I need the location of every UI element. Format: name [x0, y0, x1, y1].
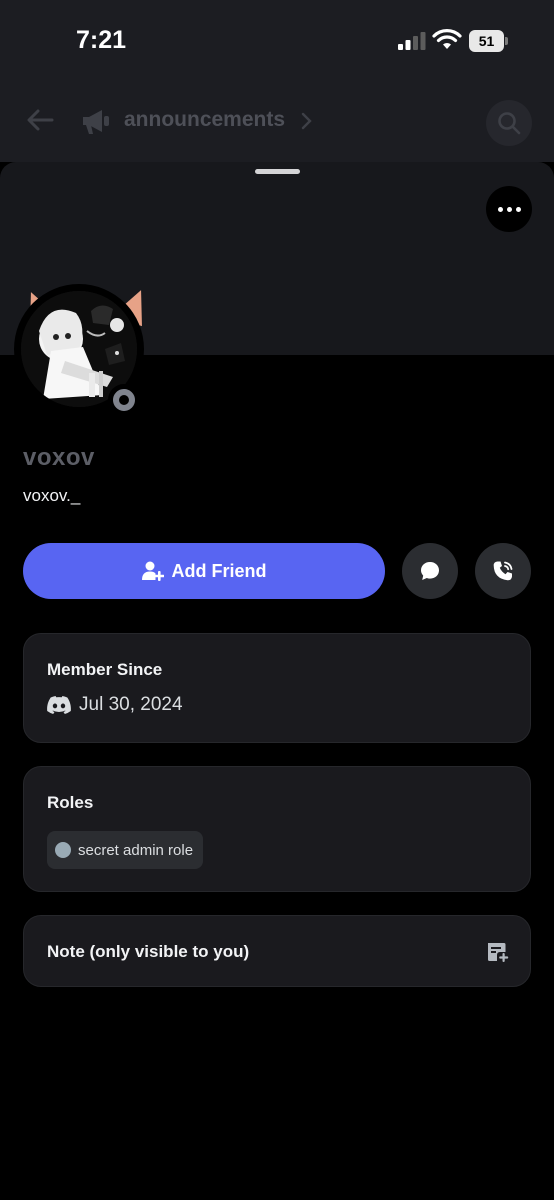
more-options-button[interactable] — [486, 186, 532, 232]
search-icon — [498, 112, 521, 135]
role-name: secret admin role — [78, 841, 194, 859]
discord-logo-icon — [47, 696, 71, 714]
back-arrow-icon[interactable] — [24, 104, 56, 136]
role-color-dot — [55, 842, 71, 858]
search-button[interactable] — [486, 100, 532, 146]
channel-header: announcements — [0, 82, 554, 162]
sheet-drag-handle[interactable] — [255, 169, 300, 174]
add-friend-button[interactable]: Add Friend — [23, 543, 385, 599]
member-since-title: Member Since — [47, 660, 163, 679]
offline-status-indicator — [108, 384, 140, 416]
display-name: voxov — [23, 444, 95, 471]
note-card[interactable]: Note (only visible to you) — [23, 915, 531, 987]
chevron-right-icon — [301, 112, 312, 130]
status-bar: 7:21 51 — [0, 0, 554, 82]
add-user-icon — [141, 561, 164, 581]
cellular-signal-icon — [398, 32, 426, 50]
battery-level: 51 — [469, 30, 504, 52]
add-note-icon[interactable] — [485, 940, 509, 964]
announcement-channel-icon — [83, 110, 109, 134]
channel-name[interactable]: announcements — [124, 108, 285, 132]
roles-card: Roles secret admin role — [23, 766, 531, 892]
member-since-date: Jul 30, 2024 — [79, 694, 183, 715]
member-since-card: Member Since Jul 30, 2024 — [23, 633, 531, 743]
roles-title: Roles — [47, 793, 94, 812]
wifi-icon — [432, 29, 462, 49]
profile-sheet: voxov voxov._ Add Friend Member Since Ju… — [0, 162, 554, 1200]
username: voxov._ — [23, 486, 81, 505]
status-time: 7:21 — [76, 26, 127, 54]
role-chip[interactable]: secret admin role — [47, 831, 204, 869]
add-friend-label: Add Friend — [171, 560, 267, 581]
phone-call-icon — [493, 561, 513, 581]
note-title: Note (only visible to you) — [47, 942, 250, 961]
message-button[interactable] — [402, 543, 458, 599]
chat-bubble-icon — [421, 562, 439, 580]
battery-icon: 51 — [469, 30, 509, 52]
voice-call-button[interactable] — [475, 543, 531, 599]
